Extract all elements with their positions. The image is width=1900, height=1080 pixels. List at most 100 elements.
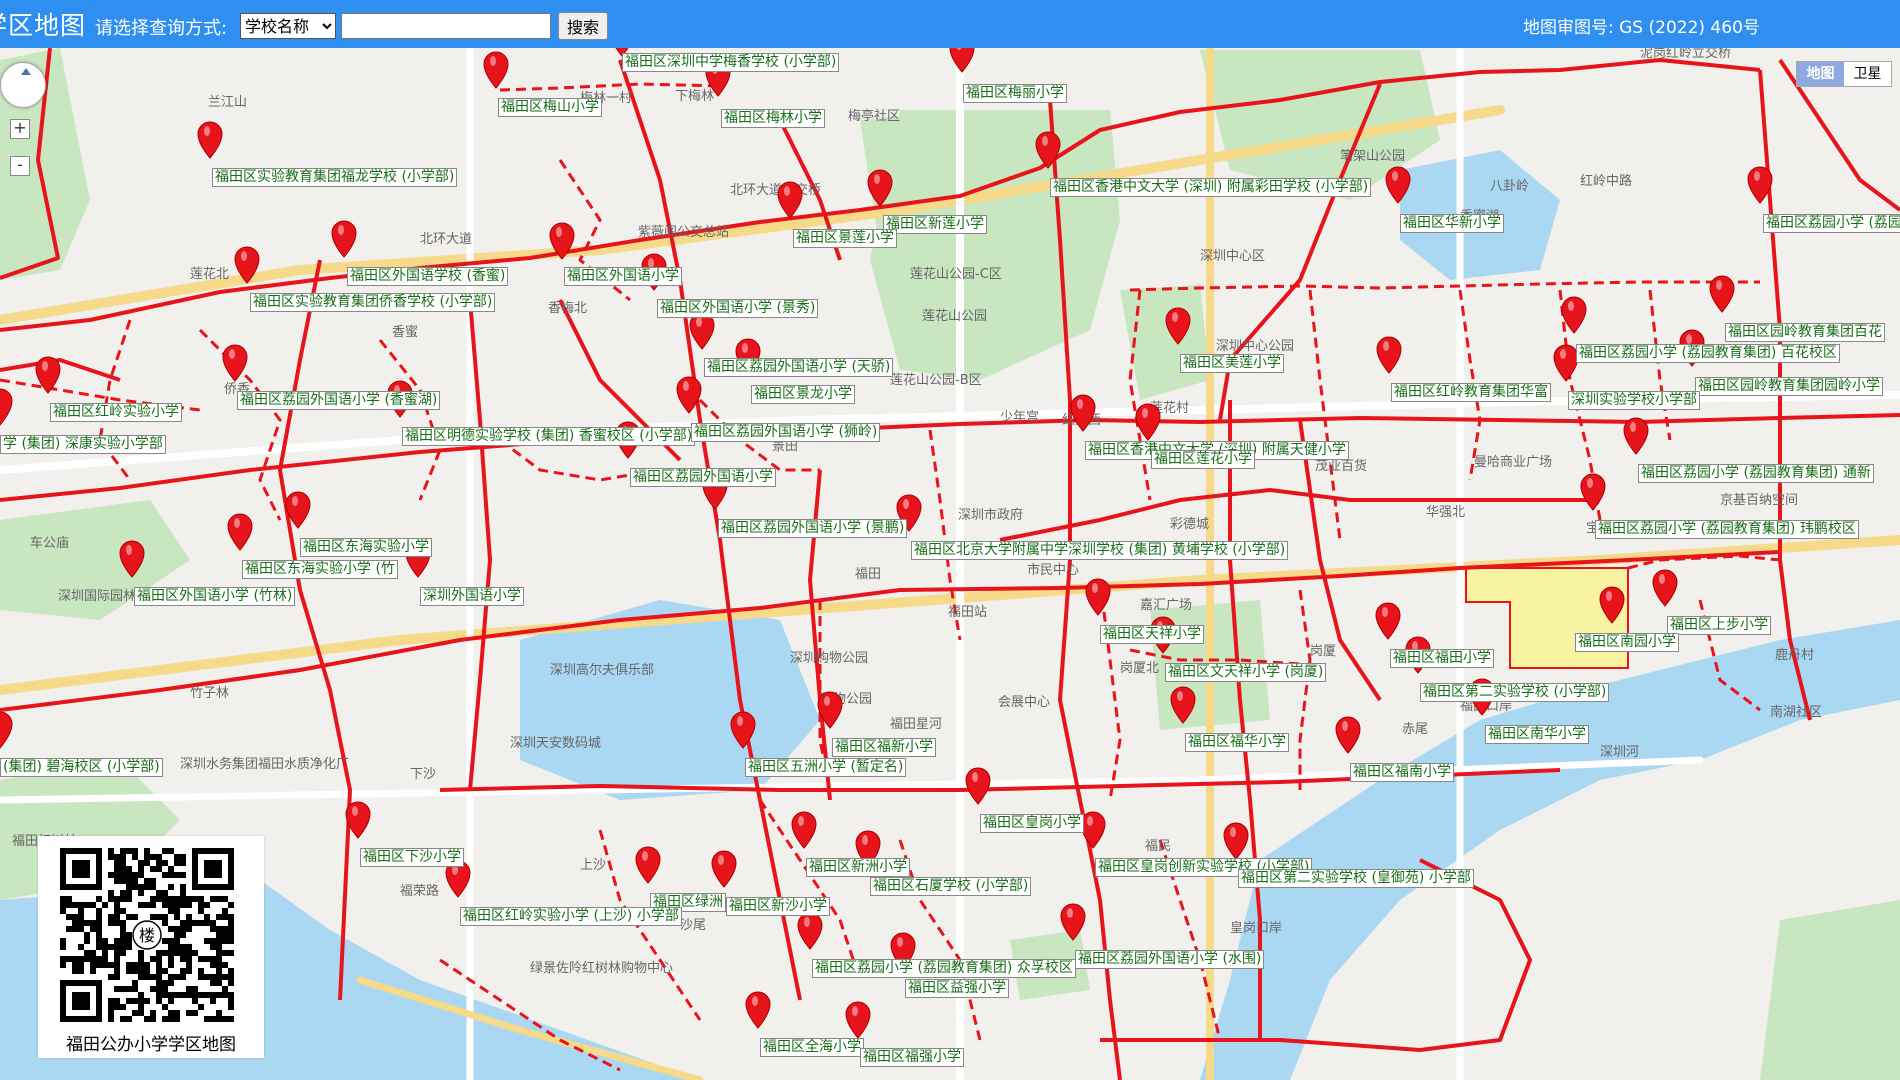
school-label[interactable]: 福田区新莲小学 [883,215,987,234]
school-label[interactable]: 福田区福田小学 [1390,649,1494,668]
school-label[interactable]: 福田区皇岗小学 [980,814,1084,833]
school-label[interactable]: 福田区文天祥小学 (岗厦) [1165,663,1327,682]
school-label[interactable]: (集团) 碧海校区 (小学部) [0,758,163,777]
school-label[interactable]: 福田区荔园外国语小学 (水围) [1075,950,1265,969]
school-label[interactable]: 福田区外国语小学 [564,267,682,286]
pan-control[interactable] [0,62,46,108]
zoom-out-button[interactable]: - [10,156,30,176]
school-label[interactable]: 福田区景莲小学 [793,229,897,248]
place-name: 华强北 [1426,505,1465,520]
school-label[interactable]: 福田区园岭教育集团园岭小学 [1695,377,1883,396]
school-label[interactable]: 福田区荔园外国语小学 (天骄) [704,358,894,377]
qr-code-panel: 楼 福田公办小学学区地图 [38,836,264,1058]
place-name: 竹子林 [190,686,229,701]
place-name: 深圳购物公园 [790,650,868,666]
school-label[interactable]: 福田区梅丽小学 [963,84,1067,103]
school-label[interactable]: 深圳外国语小学 [420,587,524,606]
school-label[interactable]: 福田区石厦学校 (小学部) [870,877,1032,896]
place-name: 下沙 [410,767,436,782]
query-mode-select[interactable]: 学校名称 [240,13,336,39]
school-label[interactable]: 福田区东海实验小学 (竹 [242,560,398,579]
place-name: 福田站 [948,605,987,620]
place-name: 岗厦 [1310,644,1336,659]
school-label[interactable]: 福田区外国语小学 (景秀) [657,299,819,318]
school-label[interactable]: 福田区上步小学 [1667,616,1771,635]
school-label[interactable]: 福田区新洲小学 [806,858,910,877]
place-name: 福荣路 [400,883,439,899]
school-label[interactable]: 福田区景龙小学 [751,385,855,404]
school-label[interactable]: 福田区南华小学 [1485,725,1589,744]
school-label[interactable]: 福田区红岭实验小学 [50,403,182,422]
school-label[interactable]: 学 (集团) 深康实验小学部 [0,435,166,454]
place-name: 莲花山公园 [922,308,987,324]
school-label[interactable]: 深圳实验学校小学部 [1568,391,1700,410]
school-label[interactable]: 福田区实验教育集团侨香学校 (小学部) [250,293,496,312]
school-label[interactable]: 福田区深圳中学梅香学校 (小学部) [622,53,840,72]
search-input[interactable] [341,13,551,39]
place-name: 梅亭社区 [848,108,900,124]
place-name: 曼哈商业广场 [1474,455,1552,470]
school-label[interactable]: 福田区荔园外国语小学 (景鹏) [718,519,908,538]
school-label[interactable]: 福田区园岭教育集团百花 [1725,323,1885,342]
school-label[interactable]: 福田区梅山小学 [498,98,602,117]
school-label[interactable]: 福田区福新小学 [832,738,936,757]
top-toolbar: 学区地图 请选择查询方式: 学校名称 搜索 地图审图号: GS (2022) 4… [0,0,1900,48]
place-name: 会展中心 [998,695,1050,710]
search-button[interactable]: 搜索 [558,12,608,40]
place-name: 笔架山公园 [1340,148,1405,164]
school-label[interactable]: 福田区红岭教育集团华富 [1391,383,1551,402]
school-label[interactable]: 福田区第二实验学校 (皇御苑) 小学部 [1238,869,1474,888]
school-label[interactable]: 福田区香港中文大学 (深圳) 附属彩田学校 (小学部) [1050,178,1372,197]
place-name: 深圳中心公园 [1216,339,1294,354]
place-name: 茂业百货 [1315,458,1367,474]
school-label[interactable]: 福田区红岭实验小学 (上沙) 小学部 [460,907,682,926]
qr-code[interactable]: 楼 [60,848,240,1028]
school-label[interactable]: 福田区福南小学 [1350,763,1454,782]
school-label[interactable]: 福田区华新小学 [1400,214,1504,233]
school-label[interactable]: 福田区下沙小学 [360,848,464,867]
school-label[interactable]: 福田区福强小学 [860,1048,964,1067]
school-label[interactable]: 福田区梅林小学 [721,109,825,128]
school-label[interactable]: 福田区荔园小学 (荔园教育集团) [1763,214,1900,233]
school-label[interactable]: 福田区新沙小学 [726,897,830,916]
school-label[interactable]: 福田区外国语学校 (香蜜) [347,267,509,286]
place-name: 香蜜 [392,325,418,340]
place-name: 深圳市政府 [958,507,1023,523]
school-label[interactable]: 福田区实验教育集团福龙学校 (小学部) [212,168,458,187]
place-name: 深圳天安数码城 [510,736,601,751]
school-label[interactable]: 福田区全海小学 [760,1038,864,1057]
place-name: 少年宫 [1000,410,1039,425]
school-label[interactable]: 福田区天祥小学 [1100,625,1204,644]
school-label[interactable]: 福田区南园小学 [1575,633,1679,652]
school-label[interactable]: 福田区荔园外国语小学 [630,468,776,487]
map-type-satellite-button[interactable]: 卫星 [1844,62,1891,86]
school-label[interactable]: 福田区益强小学 [905,979,1009,998]
school-label[interactable]: 福田区福华小学 [1185,733,1289,752]
zoom-in-button[interactable]: + [10,119,30,139]
school-label[interactable]: 福田区外国语小学 (竹林) [134,587,296,606]
school-label[interactable]: 福田区五洲小学 (暂定名) [745,758,907,777]
school-label[interactable]: 福田区明德实验学校 (集团) 香蜜校区 (小学部) [402,427,696,446]
school-label[interactable]: 福田区荔园小学 (荔园教育集团) 通新 [1638,464,1874,483]
place-name: 深圳水务集团福田水质净化厂 [180,756,349,772]
place-name: 车公庙 [30,535,69,551]
school-label[interactable]: 福田区北京大学附属中学深圳学校 (集团) 黄埔学校 (小学部) [911,541,1289,560]
place-name: 福田 [855,567,881,582]
place-name: 香梅北 [548,301,587,316]
place-name: 沙尾 [680,918,706,933]
place-name: 莲花北 [190,266,229,282]
school-label[interactable]: 福田区荔园小学 (荔园教育集团) 玮鹏校区 [1595,520,1859,539]
school-label[interactable]: 福田区第二实验学校 (小学部) [1420,683,1610,702]
place-name: 下梅林 [675,89,714,104]
place-name: 深圳中心区 [1200,249,1265,264]
map-type-map-button[interactable]: 地图 [1797,62,1844,86]
school-label[interactable]: 福田区荔园外国语小学 (香蜜湖) [237,391,441,410]
place-name: 紫薇阁公交总站 [638,224,729,240]
school-label[interactable]: 福田区东海实验小学 [300,538,432,557]
school-label[interactable]: 福田区美莲小学 [1180,354,1284,373]
school-label[interactable]: 福田区莲花小学 [1151,450,1255,469]
school-label[interactable]: 福田区荔园小学 (荔园教育集团) 百花校区 [1576,344,1840,363]
place-name: 兰江山 [208,95,247,110]
school-label[interactable]: 福田区荔园外国语小学 (狮岭) [691,423,881,442]
school-label[interactable]: 福田区荔园小学 (荔园教育集团) 众孚校区 [812,959,1076,978]
